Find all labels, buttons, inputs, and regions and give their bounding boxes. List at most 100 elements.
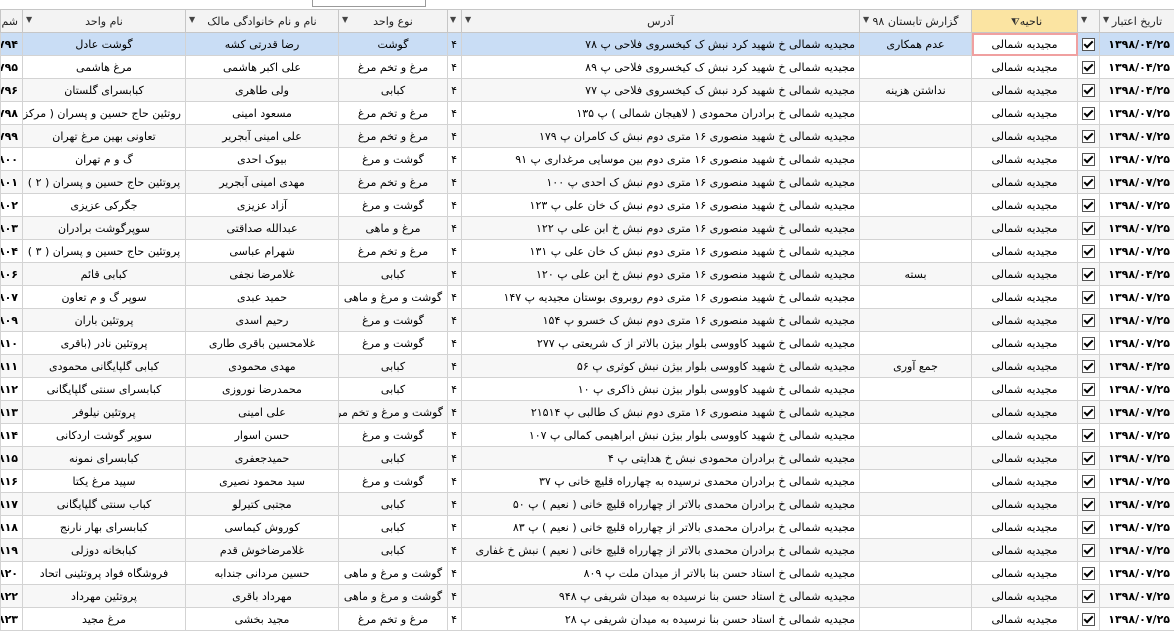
date-cell[interactable]: ۱۳۹۸/۰۴/۲۵ <box>1099 55 1174 79</box>
type-cell[interactable]: کبابی <box>338 354 448 378</box>
checkbox-checked-icon[interactable] <box>1082 589 1095 603</box>
area-cell[interactable]: مجیدیه شمالی <box>971 216 1078 240</box>
code-cell[interactable]: ۱۸۰۷ <box>0 285 23 309</box>
address-cell[interactable]: مجیدیه شمالی خ برادران محمدی بالاتر از چ… <box>461 492 860 516</box>
address-cell[interactable]: مجیدیه شمالی خ شهید منصوری ۱۶ متری دوم ن… <box>461 124 860 148</box>
report-cell[interactable]: عدم همکاری <box>859 32 972 56</box>
date-cell[interactable]: ۱۳۹۸/۰۷/۲۵ <box>1099 193 1174 217</box>
checkbox-checked-icon[interactable] <box>1082 543 1095 557</box>
checkbox-cell[interactable] <box>1077 262 1100 286</box>
checkbox-cell[interactable] <box>1077 193 1100 217</box>
area-cell[interactable]: مجیدیه شمالی <box>971 561 1078 585</box>
date-cell[interactable]: ۱۳۹۸/۰۴/۲۵ <box>1099 78 1174 102</box>
name-cell[interactable]: روتئین حاج حسین و پسران ( مرکزی <box>22 101 186 125</box>
report-cell[interactable] <box>859 446 972 470</box>
area-cell[interactable]: مجیدیه شمالی <box>971 354 1078 378</box>
area-cell[interactable]: مجیدیه شمالی <box>971 308 1078 332</box>
owner-cell[interactable]: مجتبی کتیرلو <box>185 492 339 516</box>
name-cell[interactable]: پروتئین باران <box>22 308 186 332</box>
checkbox-checked-icon[interactable] <box>1082 244 1095 258</box>
address-cell[interactable]: مجیدیه شمالی خ شهید کاووسی بلوار بیژن نب… <box>461 377 860 401</box>
dropdown-arrow-icon[interactable]: ▼ <box>863 15 869 24</box>
address-cell[interactable]: مجیدیه شمالی خ شهید منصوری ۱۶ متری دوم ن… <box>461 308 860 332</box>
owner-cell[interactable]: حسین مردانی جندابه <box>185 561 339 585</box>
checkbox-checked-icon[interactable] <box>1082 474 1095 488</box>
checkbox-cell[interactable] <box>1077 170 1100 194</box>
owner-cell[interactable]: علی امینی <box>185 400 339 424</box>
report-cell[interactable] <box>859 55 972 79</box>
checkbox-checked-icon[interactable] <box>1082 566 1095 580</box>
report-cell[interactable] <box>859 607 972 631</box>
checkbox-cell[interactable] <box>1077 239 1100 263</box>
checkbox-cell[interactable] <box>1077 216 1100 240</box>
address-cell[interactable]: مجیدیه شمالی خ استاد حسن بنا نرسیده به م… <box>461 607 860 631</box>
type-cell[interactable]: مرغ و تخم مرغ <box>338 170 448 194</box>
owner-cell[interactable]: مجید بخشی <box>185 607 339 631</box>
type-cell[interactable]: گوشت و مرغ <box>338 331 448 355</box>
checkbox-checked-icon[interactable] <box>1082 60 1095 74</box>
type-cell[interactable]: گوشت و مرغ و تخم مرغ <box>338 400 448 424</box>
table-row[interactable]: ۱۳۹۸/۰۷/۲۵ مجیدیه شمالی مجیدیه شمالی خ برا… <box>0 492 1174 516</box>
owner-cell[interactable]: عبدالله صداقتی <box>185 216 339 240</box>
report-cell[interactable]: جمع آوری <box>859 354 972 378</box>
checkbox-cell[interactable] <box>1077 354 1100 378</box>
owner-cell[interactable]: علی امینی آبجریر <box>185 124 339 148</box>
owner-cell[interactable]: مهدی محمودی <box>185 354 339 378</box>
name-cell[interactable]: کباب سنتی گلپایگانی <box>22 492 186 516</box>
report-cell[interactable] <box>859 492 972 516</box>
code-cell[interactable]: ۱۸۲۲ <box>0 584 23 608</box>
report-cell[interactable] <box>859 423 972 447</box>
dropdown-arrow-icon[interactable]: ▼ <box>26 15 32 24</box>
dropdown-arrow-icon[interactable]: ▼ <box>450 15 456 24</box>
code-cell[interactable]: ۱۸۰۳ <box>0 216 23 240</box>
count-cell[interactable]: ۴ <box>447 400 462 424</box>
date-cell[interactable]: ۱۳۹۸/۰۷/۲۵ <box>1099 400 1174 424</box>
area-cell[interactable]: مجیدیه شمالی <box>971 55 1078 79</box>
name-cell[interactable]: پروتئین مهرداد <box>22 584 186 608</box>
area-cell[interactable]: مجیدیه شمالی <box>971 492 1078 516</box>
count-cell[interactable]: ۴ <box>447 561 462 585</box>
owner-cell[interactable]: آزاد عزیزی <box>185 193 339 217</box>
address-cell[interactable]: مجیدیه شمالی خ شهید کرد نبش ک کیخسروی فل… <box>461 78 860 102</box>
area-cell[interactable]: مجیدیه شمالی <box>971 607 1078 631</box>
table-row[interactable]: ۱۳۹۸/۰۷/۲۵ مجیدیه شمالی مجیدیه شمالی خ برا… <box>0 515 1174 539</box>
date-cell[interactable]: ۱۳۹۸/۰۷/۲۵ <box>1099 170 1174 194</box>
area-cell[interactable]: مجیدیه شمالی <box>971 124 1078 148</box>
count-cell[interactable]: ۴ <box>447 216 462 240</box>
checkbox-cell[interactable] <box>1077 308 1100 332</box>
name-cell[interactable]: پروتئین حاج حسین و پسران ( ۲ ) <box>22 170 186 194</box>
owner-cell[interactable]: حمیدجعفری <box>185 446 339 470</box>
address-cell[interactable]: مجیدیه شمالی خ برادران محمدی نرسیده به چ… <box>461 469 860 493</box>
checkbox-cell[interactable] <box>1077 607 1100 631</box>
checkbox-cell[interactable] <box>1077 101 1100 125</box>
count-cell[interactable]: ۴ <box>447 170 462 194</box>
table-row[interactable]: ۱۳۹۸/۰۴/۲۵ مجیدیه شمالی جمع آوری مجیدیه شما… <box>0 354 1174 378</box>
report-cell[interactable] <box>859 515 972 539</box>
table-row[interactable]: ۱۳۹۸/۰۷/۲۵ مجیدیه شمالی مجیدیه شمالی خ شهی… <box>0 400 1174 424</box>
report-cell[interactable] <box>859 285 972 309</box>
name-cell[interactable]: سوپر گوشت اردکانی <box>22 423 186 447</box>
date-cell[interactable]: ۱۳۹۸/۰۷/۲۵ <box>1099 124 1174 148</box>
checkbox-checked-icon[interactable] <box>1082 152 1095 166</box>
owner-cell[interactable]: مهرداد باقری <box>185 584 339 608</box>
type-cell[interactable]: گوشت و مرغ و ماهی <box>338 584 448 608</box>
checkbox-checked-icon[interactable] <box>1082 83 1095 97</box>
address-cell[interactable]: مجیدیه شمالی خ شهید منصوری ۱۶ متری دوم ب… <box>461 147 860 171</box>
report-cell[interactable] <box>859 331 972 355</box>
table-row[interactable]: ۱۳۹۸/۰۷/۲۵ مجیدیه شمالی مجیدیه شمالی خ برا… <box>0 101 1174 125</box>
code-cell[interactable]: ۱۸۱۵ <box>0 446 23 470</box>
count-cell[interactable]: ۴ <box>447 262 462 286</box>
area-cell[interactable]: مجیدیه شمالی <box>971 469 1078 493</box>
checkbox-cell[interactable] <box>1077 492 1100 516</box>
checkbox-checked-icon[interactable] <box>1082 37 1095 51</box>
name-cell[interactable]: جگرکی عزیزی <box>22 193 186 217</box>
checkbox-checked-icon[interactable] <box>1082 428 1095 442</box>
checkbox-checked-icon[interactable] <box>1082 520 1095 534</box>
type-cell[interactable]: گوشت و مرغ و ماهی <box>338 285 448 309</box>
name-cell[interactable]: سپید مرغ یکتا <box>22 469 186 493</box>
address-cell[interactable]: مجیدیه شمالی خ شهید منصوری ۱۶ متری دوم ن… <box>461 170 860 194</box>
report-cell[interactable] <box>859 216 972 240</box>
owner-cell[interactable]: محمدرضا نوروزی <box>185 377 339 401</box>
table-row[interactable]: ۱۳۹۸/۰۴/۲۵ مجیدیه شمالی بسته مجیدیه شمالی خ… <box>0 262 1174 286</box>
table-row[interactable]: ۱۳۹۸/۰۷/۲۵ مجیدیه شمالی مجیدیه شمالی خ شهی… <box>0 377 1174 401</box>
